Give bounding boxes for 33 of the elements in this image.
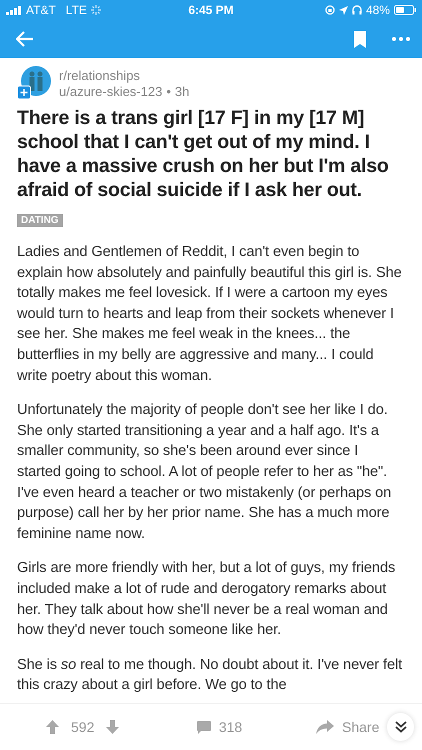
share-button[interactable]: Share — [314, 717, 382, 737]
subreddit-icon[interactable] — [17, 66, 51, 100]
flair-tag: DATING — [17, 214, 63, 227]
battery-icon — [394, 5, 416, 15]
headphones-icon — [352, 5, 362, 15]
battery-percent: 48% — [366, 3, 390, 17]
score: 592 — [71, 719, 94, 735]
location-icon — [338, 6, 348, 14]
separator-dot: • — [166, 84, 171, 98]
comments-button[interactable]: 318 — [194, 717, 314, 737]
downvote-button[interactable] — [104, 718, 122, 736]
activity-icon — [90, 5, 101, 15]
network-label: LTE — [66, 3, 87, 17]
subreddit-name[interactable]: r/relationships — [59, 68, 190, 82]
body-paragraph: She is so real to me though. No doubt about it. I've never felt this crazy about a girl before. We go to the — [17, 656, 404, 696]
comment-icon — [196, 720, 211, 734]
scroll-down-button[interactable] — [387, 713, 414, 741]
body-paragraph: Girls are more friendly with her, but a lot of guys, my friends included make a lot of rude and derogatory remarks about her. They talk about how she'll never be a real woman and how they'd never touch someone like her. — [17, 559, 396, 640]
carrier-label: AT&T — [26, 3, 56, 17]
body-paragraph: Ladies and Gentlemen of Reddit, I can't even begin to explain how absolutely and painfully beautiful this girl is. She totally makes me feel lovesick. If I were a cartoon my eyes would turn to hearts and leap from their sockets whenever I see her. She makes me feel weak in the knees... the butterflies in my belly are aggressive and many... I could write poetry about this woman. — [17, 243, 403, 386]
lock-rotation-icon — [324, 5, 335, 15]
bookmark-button[interactable] — [352, 28, 368, 50]
body-paragraph: Unfortunately the majority of people don't see her like I do. She only started transitioning a year and a half ago. It's a smaller community, so she's been around ever since I started going to school. A lot of people refer to her as "he". I've even heard a teacher or two mistakenly (or perhaps on purpose) call her by her prior name. She has a much more feminine name now. — [17, 401, 392, 544]
double-chevron-icon — [394, 721, 407, 733]
author-name[interactable]: u/azure-skies-123 — [59, 84, 162, 98]
post-age: 3h — [174, 84, 190, 98]
more-button[interactable] — [390, 35, 412, 43]
share-arrow-icon — [316, 720, 334, 734]
clock: 6:45 PM — [188, 3, 234, 17]
post-title: There is a trans girl [17 F] in my [17 M] school that I can't get out of my mind. I have a massive crush on her but I'm also afraid of social suicide if I ask her out. — [17, 106, 390, 202]
back-button[interactable] — [14, 29, 36, 49]
upvote-button[interactable] — [44, 718, 61, 736]
signal-icon — [6, 6, 22, 14]
